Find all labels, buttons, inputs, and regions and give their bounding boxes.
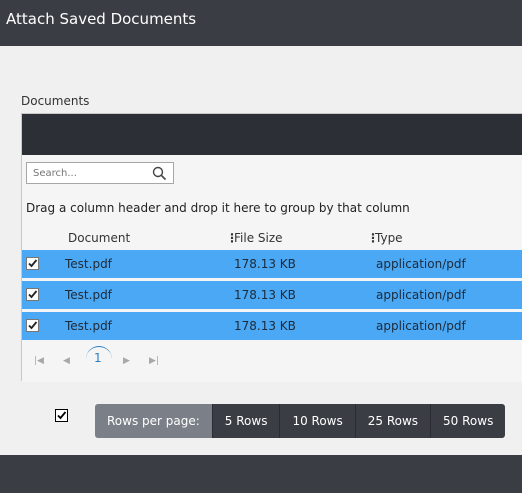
prev-page-icon[interactable]: ◀ <box>63 356 70 366</box>
page-number-button[interactable]: 1 <box>94 351 102 365</box>
column-menu-icon[interactable]: ⋮ <box>367 231 379 245</box>
column-header-file-size[interactable]: ⋮ File Size <box>226 228 283 248</box>
row-checkbox[interactable] <box>26 257 39 270</box>
last-page-icon[interactable]: ▶| <box>149 356 159 366</box>
table-row[interactable]: Test.pdf 178.13 KB application/pdf <box>22 281 522 309</box>
first-page-icon[interactable]: |◀ <box>34 356 44 366</box>
checkmark-icon <box>28 259 38 268</box>
grid-toolbar <box>22 114 522 155</box>
grid-body: Drag a column header and drop it here to… <box>22 155 522 382</box>
type-cell: application/pdf <box>376 257 466 271</box>
column-header-label: Type <box>375 231 403 245</box>
dialog-footer <box>0 455 522 493</box>
select-all-checkbox[interactable] <box>55 409 68 422</box>
row-checkbox[interactable] <box>26 288 39 301</box>
table-row[interactable]: Test.pdf 178.13 KB application/pdf <box>22 312 522 340</box>
search-icon[interactable] <box>152 166 167 181</box>
rows-option-5[interactable]: 5 Rows <box>211 404 280 438</box>
rows-option-25[interactable]: 25 Rows <box>354 404 431 438</box>
next-page-icon[interactable]: ▶ <box>123 356 130 366</box>
column-header-label: File Size <box>234 231 283 245</box>
table-row[interactable]: Test.pdf 178.13 KB application/pdf <box>22 250 522 278</box>
search-box[interactable] <box>26 162 174 184</box>
documents-grid: Drag a column header and drop it here to… <box>21 113 522 382</box>
document-cell: Test.pdf <box>65 319 112 333</box>
type-cell: application/pdf <box>376 319 466 333</box>
group-by-hint: Drag a column header and drop it here to… <box>26 201 410 215</box>
rows-per-page-bar: Rows per page: 5 Rows 10 Rows 25 Rows 50… <box>95 404 506 438</box>
document-cell: Test.pdf <box>65 288 112 302</box>
column-menu-icon[interactable]: ⋮ <box>226 231 238 245</box>
rows-option-50[interactable]: 50 Rows <box>430 404 506 438</box>
dialog-title: Attach Saved Documents <box>6 10 197 28</box>
rows-per-page-label: Rows per page: <box>95 404 212 438</box>
grid-pager: |◀ ◀ 1 ▶ ▶| <box>22 343 522 381</box>
column-header-label: Document <box>68 231 131 245</box>
file-size-cell: 178.13 KB <box>234 288 296 302</box>
checkmark-icon <box>28 290 38 299</box>
checkmark-icon <box>57 411 67 420</box>
rows-option-10[interactable]: 10 Rows <box>279 404 355 438</box>
column-header-document[interactable]: Document <box>68 228 130 248</box>
column-header-type[interactable]: ⋮ Type <box>367 228 403 248</box>
row-checkbox[interactable] <box>26 319 39 332</box>
file-size-cell: 178.13 KB <box>234 319 296 333</box>
dialog-header: Attach Saved Documents <box>0 0 522 46</box>
file-size-cell: 178.13 KB <box>234 257 296 271</box>
documents-label: Documents <box>21 94 90 108</box>
checkmark-icon <box>28 321 38 330</box>
type-cell: application/pdf <box>376 288 466 302</box>
search-input[interactable] <box>27 163 151 183</box>
document-cell: Test.pdf <box>65 257 112 271</box>
